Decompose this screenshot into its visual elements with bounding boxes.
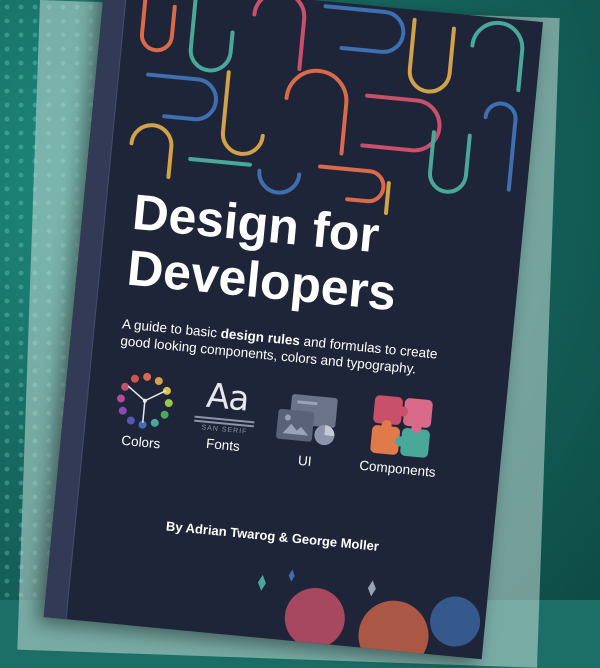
- feature-components: Components: [347, 391, 454, 481]
- feature-ui-label: UI: [297, 452, 313, 469]
- fonts-aa-glyph: Aa: [204, 375, 251, 420]
- fonts-icon: Aa SAN SERIF: [193, 376, 260, 437]
- book-cover: Design for Developers A guide to basic d…: [43, 0, 543, 660]
- color-wheel-icon: [116, 372, 173, 429]
- feature-ui: UI: [264, 390, 351, 472]
- ui-windows-icon: [276, 394, 338, 446]
- feature-colors: Colors: [100, 367, 187, 453]
- book-subtitle: A guide to basic design rules and formul…: [120, 315, 452, 380]
- feature-fonts-label: Fonts: [205, 435, 241, 455]
- feature-fonts: Aa SAN SERIF Fonts: [182, 375, 269, 456]
- feature-colors-label: Colors: [120, 432, 162, 452]
- feature-components-label: Components: [358, 457, 437, 480]
- puzzle-icon: [370, 395, 433, 458]
